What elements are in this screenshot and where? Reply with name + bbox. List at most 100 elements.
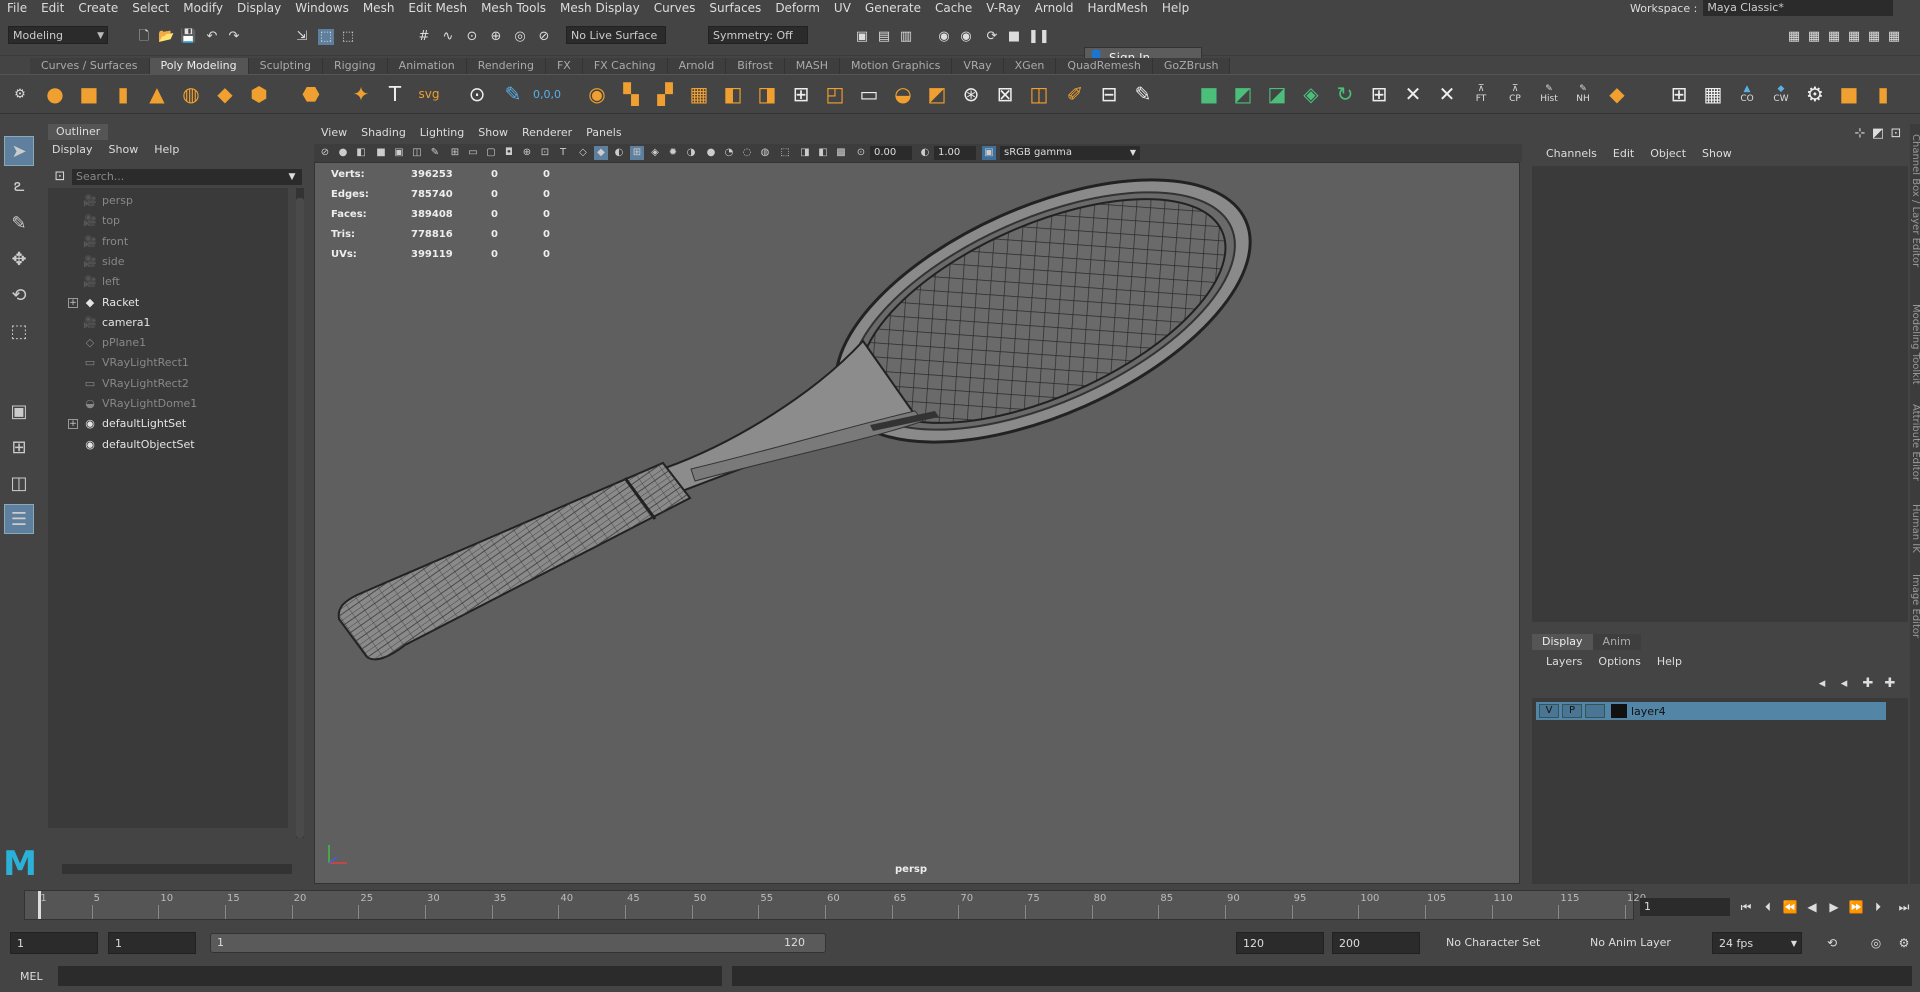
viewport-menu-panels[interactable]: Panels [579, 124, 628, 142]
bookmarks-icon[interactable]: ■ [374, 146, 388, 160]
use-all-lights-icon[interactable]: ✹ [666, 146, 680, 160]
playhead[interactable] [38, 891, 42, 919]
snap-grid-icon[interactable]: # [416, 29, 432, 45]
snap-edge-icon[interactable]: ⊘ [536, 29, 552, 45]
separate-icon[interactable]: ▚ [616, 79, 646, 109]
outliner-item-top[interactable]: 🎥 top [82, 212, 120, 230]
material-icon[interactable]: ⚙ [1800, 79, 1830, 109]
shelf-tab-fx-caching[interactable]: FX Caching [582, 58, 668, 74]
exposure-field[interactable]: 0.00 [870, 146, 912, 160]
shelf-tab-animation[interactable]: Animation [387, 58, 467, 74]
sculpt-brush-icon[interactable]: ✎ [498, 79, 528, 109]
viewport-menu-show[interactable]: Show [471, 124, 515, 142]
grid-icon[interactable]: ⊞ [1664, 79, 1694, 109]
menu-mesh[interactable]: Mesh [356, 1, 402, 15]
grease-pencil-icon[interactable]: ✎ [428, 146, 442, 160]
cw-button[interactable]: ◆ CW [1766, 79, 1796, 109]
menu-edit[interactable]: Edit [34, 1, 71, 15]
collapse-icon[interactable]: ⊠ [990, 79, 1020, 109]
current-frame-field[interactable]: 1 [1640, 898, 1730, 916]
channel-box-area[interactable] [1532, 166, 1908, 622]
image-plane-icon[interactable]: ▣ [392, 146, 406, 160]
menu-curves[interactable]: Curves [647, 1, 703, 15]
render-settings-icon[interactable]: ▥ [898, 29, 914, 45]
viewport-3d[interactable]: Verts: 396253 0 0 Edges: 785740 0 0 Faces: 389408… [314, 162, 1520, 884]
go-to-start-icon[interactable]: ⏮ [1736, 898, 1756, 916]
layer-menu-options[interactable]: Options [1590, 654, 1648, 670]
menu-file[interactable]: File [0, 1, 34, 15]
character-set-dropdown[interactable]: No Character Set [1440, 932, 1568, 954]
shelf-tab-xgen[interactable]: XGen [1003, 58, 1057, 74]
planar-map-icon[interactable]: ■ [1194, 79, 1224, 109]
vray-render-icon[interactable]: ◉ [958, 29, 974, 45]
select-hierarchy-icon[interactable]: ⇲ [294, 29, 310, 45]
channel-box-menu-object[interactable]: Object [1642, 146, 1694, 162]
quad-draw-icon[interactable]: ✎ [1128, 79, 1158, 109]
outliner-item-pplane1[interactable]: ◇ pPlane1 [82, 334, 146, 352]
field-chart-icon[interactable]: ⊕ [520, 146, 534, 160]
undo-icon[interactable]: ↶ [204, 29, 220, 45]
side-tab-modeling-toolkit[interactable]: Modeling Toolkit [1910, 304, 1920, 385]
poly-plane-icon[interactable]: ◆ [210, 79, 240, 109]
menu-mesh-display[interactable]: Mesh Display [553, 1, 647, 15]
layer-display-type-toggle[interactable] [1585, 704, 1605, 718]
color-management-icon[interactable]: ▣ [982, 146, 996, 160]
object-cube-icon[interactable]: ■ [1834, 79, 1864, 109]
render-current-icon[interactable]: ▣ [854, 29, 870, 45]
filter-icon[interactable]: ⊡ [52, 169, 68, 185]
combine-icon[interactable]: ◉ [582, 79, 612, 109]
select-object-icon[interactable]: ⬚ [318, 29, 334, 45]
side-tab-image-editor[interactable]: Image Editor [1910, 574, 1920, 638]
poly-cone-icon[interactable]: ▲ [142, 79, 172, 109]
wireframe-on-shaded-icon[interactable]: ⊞ [630, 146, 644, 160]
mirror-icon[interactable]: ◨ [752, 79, 782, 109]
scale-tool-icon[interactable]: ⬚ [4, 316, 34, 346]
shelf-tab-arnold[interactable]: Arnold [667, 58, 727, 74]
move-tool-icon[interactable]: ✥ [4, 244, 34, 274]
animation-preferences-icon[interactable]: ⚙ [1894, 934, 1914, 952]
snap-curve-icon[interactable]: ∿ [440, 29, 456, 45]
insert-edge-loop-icon[interactable]: ⊟ [1094, 79, 1124, 109]
menu-edit-mesh[interactable]: Edit Mesh [401, 1, 474, 15]
play-backwards-icon[interactable]: ◀ [1802, 898, 1822, 916]
outliner-title[interactable]: Outliner [48, 124, 109, 140]
textured-icon[interactable]: ◈ [648, 146, 662, 160]
super-shape-icon[interactable]: ✦ [346, 79, 376, 109]
menu-uv[interactable]: UV [827, 1, 858, 15]
camera-attributes-icon[interactable]: ◧ [354, 146, 368, 160]
xray-icon[interactable]: ◨ [798, 146, 812, 160]
auto-key-icon[interactable]: ◎ [1866, 934, 1886, 952]
ipr-render-icon[interactable]: ▤ [876, 29, 892, 45]
menu-mesh-tools[interactable]: Mesh Tools [474, 1, 553, 15]
shelf-tab-motion-graphics[interactable]: Motion Graphics [840, 58, 953, 74]
toggle-panel-6-icon[interactable]: ▦ [1886, 29, 1902, 45]
default-material-icon[interactable]: ◐ [612, 146, 626, 160]
menu-cache[interactable]: Cache [928, 1, 979, 15]
outliner-menu-help[interactable]: Help [146, 142, 187, 158]
shelf-tab-sculpting[interactable]: Sculpting [248, 58, 323, 74]
move-layer-down-icon[interactable]: ◂ [1836, 676, 1852, 692]
tab-anim[interactable]: Anim [1592, 634, 1641, 650]
outliner-menu-display[interactable]: Display [44, 142, 101, 158]
auto-map-icon[interactable]: ◈ [1296, 79, 1326, 109]
outliner-item-vraylightrect2[interactable]: ▭ VRayLightRect2 [82, 375, 189, 393]
poly-cylinder-icon[interactable]: ▮ [108, 79, 138, 109]
co-button[interactable]: ▲ CO [1732, 79, 1762, 109]
expand-toggle[interactable]: + [68, 419, 78, 430]
shelf-menu-icon[interactable]: ⚙ [12, 87, 28, 103]
hist-button[interactable]: ✎ Hist [1534, 79, 1564, 109]
outliner-search-input[interactable]: Search... [72, 169, 302, 185]
rotate-tool-icon[interactable]: ⟲ [4, 280, 34, 310]
command-input[interactable] [58, 966, 722, 986]
poly-torus-icon[interactable]: ◍ [176, 79, 206, 109]
redo-icon[interactable]: ↷ [226, 29, 242, 45]
outliner-item-vraylightrect1[interactable]: ▭ VRayLightRect1 [82, 354, 189, 372]
cylindrical-map-icon[interactable]: ◩ [1228, 79, 1258, 109]
2d-pan-zoom-icon[interactable]: ◫ [410, 146, 424, 160]
outliner-menu-show[interactable]: Show [101, 142, 147, 158]
boolean-icon[interactable]: ◧ [718, 79, 748, 109]
toggle-panel-1-icon[interactable]: ▦ [1786, 29, 1802, 45]
viewport-menu-lighting[interactable]: Lighting [413, 124, 471, 142]
range-bar[interactable]: 1 120 [210, 933, 826, 953]
smooth-icon[interactable]: ▦ [684, 79, 714, 109]
